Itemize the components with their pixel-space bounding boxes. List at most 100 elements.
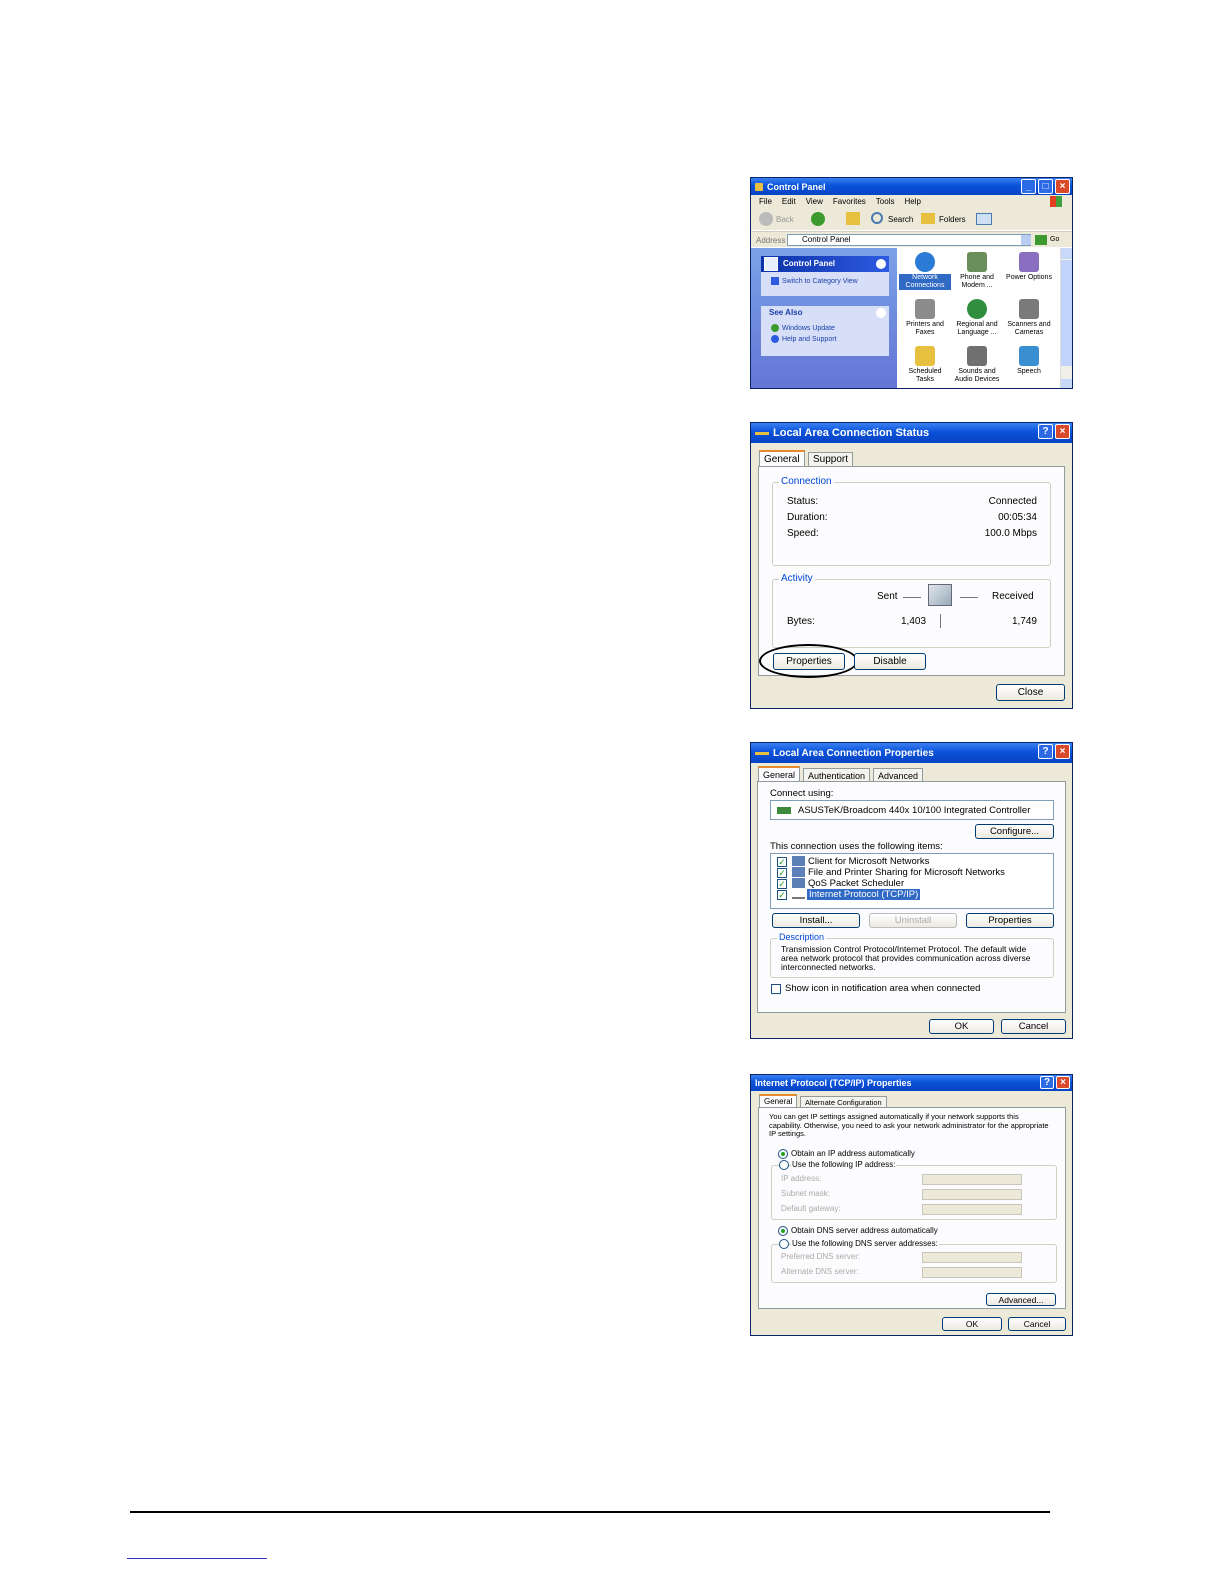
control-panel-item[interactable]: Scheduled Tasks (899, 344, 951, 388)
tab-general[interactable]: General (759, 450, 805, 466)
see-also-header[interactable]: See Also (761, 306, 889, 320)
close-x-button[interactable]: × (1055, 744, 1070, 759)
minimize-button[interactable]: _ (1021, 179, 1036, 194)
item-checkbox[interactable]: ✓ (777, 857, 787, 867)
obtain-ip-radio[interactable] (778, 1149, 788, 1159)
tcpip-titlebar[interactable]: Internet Protocol (TCP/IP) Properties ? … (751, 1075, 1072, 1091)
control-panel-item[interactable]: Scanners and Cameras (1003, 297, 1055, 342)
item-label[interactable]: Client for Microsoft Networks (808, 856, 929, 867)
control-panel-item[interactable]: Speech (1003, 344, 1055, 388)
default-gateway-input[interactable] (922, 1204, 1022, 1215)
tab-general[interactable]: General (759, 1094, 798, 1107)
search-label[interactable]: Search (888, 215, 913, 224)
scroll-thumb[interactable] (1061, 260, 1072, 366)
control-panel-item[interactable]: Network Connections (899, 250, 951, 295)
menu-file[interactable]: File (759, 197, 772, 206)
close-button[interactable]: × (1055, 179, 1070, 194)
uninstall-button[interactable]: Uninstall (869, 913, 957, 928)
alternate-dns-input[interactable] (922, 1267, 1022, 1278)
address-input[interactable]: Control Panel (787, 234, 1031, 246)
item-label-selected[interactable]: Internet Protocol (TCP/IP) (807, 889, 921, 900)
status-titlebar[interactable]: Local Area Connection Status ? × (751, 423, 1072, 443)
help-button[interactable]: ? (1038, 744, 1053, 759)
obtain-ip-label[interactable]: Obtain an IP address automatically (791, 1149, 915, 1158)
back-label[interactable]: Back (776, 215, 794, 224)
collapse-chevron-icon[interactable] (876, 259, 886, 269)
properties-titlebar[interactable]: Local Area Connection Properties ? × (751, 743, 1072, 763)
item-checkbox[interactable]: ✓ (777, 890, 787, 900)
disable-button[interactable]: Disable (854, 653, 926, 670)
folders-icon[interactable] (921, 213, 935, 224)
menu-tools[interactable]: Tools (876, 197, 895, 206)
ip-address-label: IP address: (781, 1174, 822, 1183)
windows-update-link[interactable]: Windows Update (761, 320, 889, 332)
control-panel-titlebar[interactable]: Control Panel _ □ × (751, 178, 1072, 195)
item-checkbox[interactable]: ✓ (777, 879, 787, 889)
cancel-button[interactable]: Cancel (1008, 1317, 1066, 1331)
use-ip-radio[interactable] (779, 1160, 789, 1170)
help-button[interactable]: ? (1038, 424, 1053, 439)
tab-alternate-configuration[interactable]: Alternate Configuration (800, 1096, 887, 1107)
menu-favorites[interactable]: Favorites (833, 197, 866, 206)
search-icon[interactable] (871, 212, 883, 224)
phone-icon (967, 252, 987, 272)
use-ip-label[interactable]: Use the following IP address: (791, 1160, 897, 1169)
menu-view[interactable]: View (806, 197, 823, 206)
preferred-dns-input[interactable] (922, 1252, 1022, 1263)
control-panel-item[interactable]: Printers and Faxes (899, 297, 951, 342)
go-label[interactable]: Go (1050, 236, 1059, 243)
forward-arrow-icon[interactable] (811, 212, 825, 226)
switch-category-link[interactable]: Switch to Category View (761, 272, 889, 285)
tab-advanced[interactable]: Advanced (873, 768, 924, 782)
go-arrow-icon[interactable] (1035, 235, 1047, 245)
control-panel-item[interactable]: Sounds and Audio Devices (951, 344, 1003, 388)
views-icon[interactable] (976, 213, 992, 225)
back-arrow-icon[interactable] (759, 212, 773, 226)
scroll-up-arrow-icon[interactable] (1061, 248, 1072, 259)
item-label[interactable]: QoS Packet Scheduler (808, 878, 904, 889)
item-label[interactable]: File and Printer Sharing for Microsoft N… (808, 867, 1005, 878)
menu-help[interactable]: Help (904, 197, 920, 206)
subnet-mask-input[interactable] (922, 1189, 1022, 1200)
help-button[interactable]: ? (1040, 1076, 1054, 1089)
show-icon-label[interactable]: Show icon in notification area when conn… (785, 983, 980, 994)
configure-button[interactable]: Configure... (975, 824, 1054, 839)
item-properties-button[interactable]: Properties (966, 913, 1054, 928)
control-panel-item[interactable]: Regional and Language ... (951, 297, 1003, 342)
footer-link-underline (127, 1558, 267, 1559)
obtain-dns-label[interactable]: Obtain DNS server address automatically (791, 1226, 938, 1235)
help-support-link[interactable]: Help and Support (761, 332, 889, 343)
folders-label[interactable]: Folders (939, 215, 966, 224)
menu-edit[interactable]: Edit (782, 197, 796, 206)
vertical-scrollbar[interactable] (1060, 248, 1072, 388)
network-globe-icon (915, 252, 935, 272)
maximize-button[interactable]: □ (1038, 179, 1053, 194)
tab-general[interactable]: General (758, 766, 801, 782)
item-checkbox[interactable]: ✓ (777, 868, 787, 878)
up-folder-icon[interactable] (846, 212, 860, 225)
advanced-button[interactable]: Advanced... (986, 1293, 1056, 1306)
close-x-button[interactable]: × (1056, 1076, 1070, 1089)
show-icon-checkbox[interactable] (771, 984, 781, 994)
item-label-line2: Tasks (916, 376, 934, 383)
use-dns-label[interactable]: Use the following DNS server addresses: (791, 1239, 939, 1248)
ip-address-input[interactable] (922, 1174, 1022, 1185)
control-panel-item[interactable]: Power Options (1003, 250, 1055, 295)
collapse-chevron-icon[interactable] (876, 308, 886, 318)
ok-button[interactable]: OK (929, 1019, 994, 1034)
tab-authentication[interactable]: Authentication (803, 768, 871, 782)
duration-value: 00:05:34 (998, 512, 1037, 523)
control-panel-item[interactable]: Phone and Modem ... (951, 250, 1003, 295)
use-dns-radio[interactable] (779, 1239, 789, 1249)
close-dialog-button[interactable]: Close (996, 684, 1065, 701)
dropdown-arrow-icon[interactable] (1021, 235, 1031, 245)
scroll-down-arrow-icon[interactable] (1061, 379, 1072, 388)
ok-button[interactable]: OK (942, 1317, 1002, 1331)
sidebar-panel-header[interactable]: Control Panel (761, 256, 889, 272)
cancel-button[interactable]: Cancel (1001, 1019, 1066, 1034)
install-button[interactable]: Install... (772, 913, 860, 928)
control-panel-check-icon (764, 257, 778, 271)
close-x-button[interactable]: × (1055, 424, 1070, 439)
tab-support[interactable]: Support (808, 452, 854, 466)
obtain-dns-radio[interactable] (778, 1226, 788, 1236)
